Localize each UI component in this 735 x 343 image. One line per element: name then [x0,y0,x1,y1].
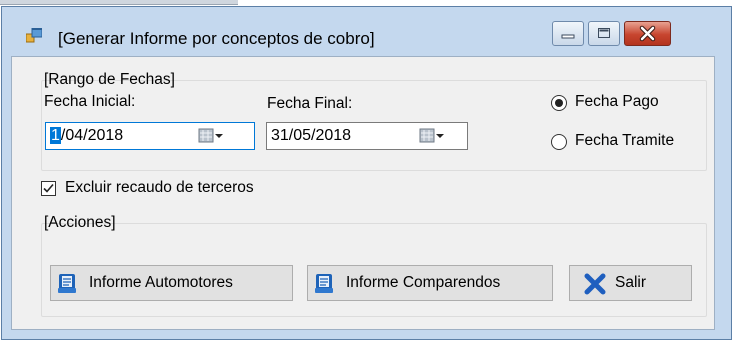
fecha-inicial-remainder: /04/2018 [60,127,124,144]
maximize-button[interactable] [588,21,620,46]
report-icon [315,274,333,293]
excluir-checkbox-box[interactable] [41,181,56,196]
informe-automotores-label: Informe Automotores [89,274,233,291]
close-icon [639,25,656,42]
fecha-final-picker[interactable]: 31/05/2018 [266,122,468,150]
acciones-title: [Acciones] [44,214,116,231]
title-bar[interactable]: [Generar Informe por conceptos de cobro] [2,7,731,55]
calendar-dropdown-icon[interactable] [419,128,445,144]
x-icon [584,273,606,295]
form-client-area: [Rango de Fechas] Fecha Inicial: Fecha F… [11,56,715,330]
radio-fecha-pago-label[interactable]: Fecha Pago [575,93,659,111]
salir-button[interactable]: Salir [569,265,692,301]
report-icon [58,274,76,293]
fecha-inicial-picker[interactable]: 1/04/2018 [45,122,255,150]
salir-label: Salir [615,274,647,291]
radio-fecha-pago-circle[interactable] [551,95,567,111]
report-window: [Generar Informe por conceptos de cobro]… [1,6,732,340]
informe-comparendos-button[interactable]: Informe Comparendos [307,265,553,301]
calendar-dropdown-icon[interactable] [198,128,224,144]
radio-fecha-tramite-circle[interactable] [551,134,567,150]
close-window-button[interactable] [624,21,671,46]
window-icon [26,28,42,43]
minimize-button[interactable] [552,21,584,46]
fecha-inicial-value[interactable]: 1/04/2018 [50,127,123,145]
informe-automotores-button[interactable]: Informe Automotores [50,265,293,301]
radio-selected-dot [555,99,563,107]
minimize-icon [561,34,575,39]
fecha-inicial-selected-segment: 1 [50,127,61,144]
checkmark-icon [43,183,54,193]
fecha-inicial-label: Fecha Inicial: [44,93,136,110]
fecha-final-label: Fecha Final: [267,95,353,112]
rango-fechas-title: [Rango de Fechas] [44,71,175,88]
background-window-edge [0,0,238,5]
maximize-icon [598,28,610,38]
window-title: [Generar Informe por conceptos de cobro] [58,29,375,48]
radio-fecha-tramite-label[interactable]: Fecha Tramite [575,132,674,150]
fecha-final-value[interactable]: 31/05/2018 [271,127,351,145]
informe-comparendos-label: Informe Comparendos [346,274,501,291]
excluir-checkbox-label[interactable]: Excluir recaudo de terceros [65,179,254,197]
